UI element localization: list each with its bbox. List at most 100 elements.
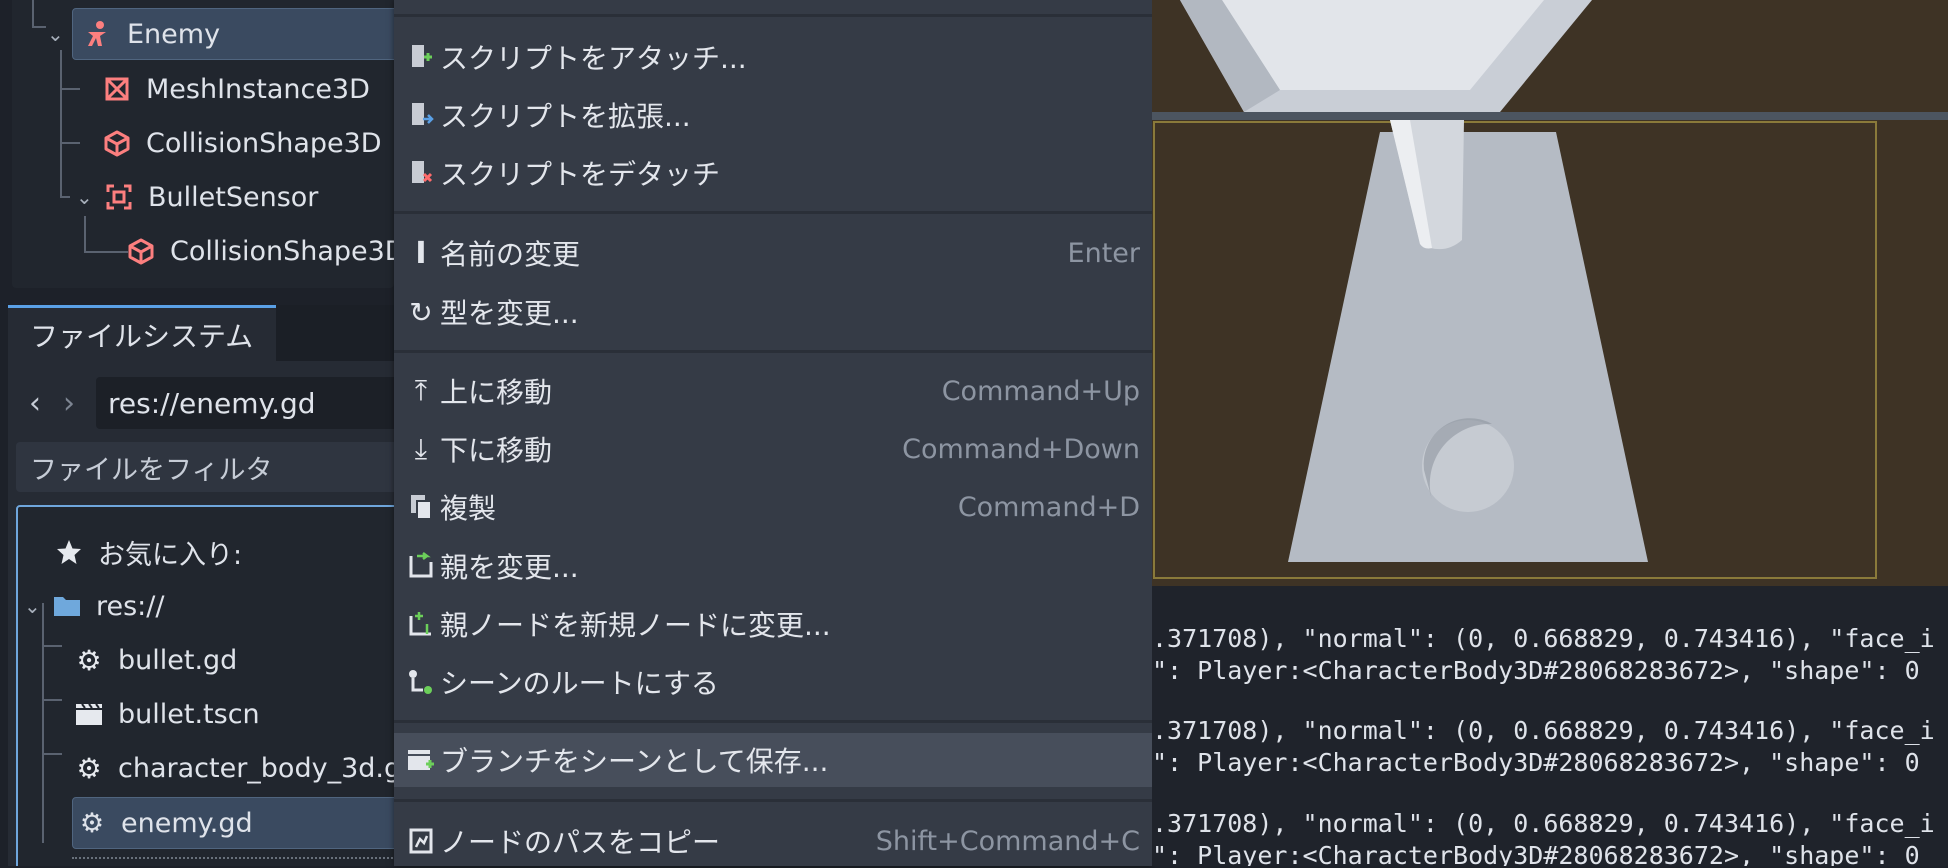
gear-icon: ⚙ — [76, 643, 102, 677]
filesystem-nav: ‹ › — [18, 378, 86, 428]
collision-shape-icon — [124, 234, 158, 268]
tree-guide — [32, 26, 46, 28]
tree-guide — [60, 142, 80, 144]
tree-guide — [32, 0, 34, 26]
tree-node-collisionshape3d[interactable]: CollisionShape3D — [100, 118, 382, 168]
file-item-partial — [72, 857, 394, 866]
file-label: enemy.gd — [121, 807, 253, 839]
folder-res[interactable]: ⌄ res:// — [24, 581, 164, 631]
menu-item-copy-node-path[interactable]: ノードのパスをコピー Shift+Command+C — [394, 814, 1152, 868]
file-item[interactable]: bullet.tscn — [72, 689, 260, 739]
tree-guide — [84, 251, 128, 253]
tree-node-label: CollisionShape3D — [170, 235, 394, 267]
file-label: bullet.tscn — [118, 698, 260, 730]
output-line: .371708), "normal": (0, 0.668829, 0.7434… — [1152, 716, 1935, 745]
gear-icon: ⚙ — [76, 751, 102, 785]
folder-label: res:// — [96, 590, 165, 622]
output-line: .371708), "normal": (0, 0.668829, 0.7434… — [1152, 624, 1935, 653]
menu-separator — [394, 720, 1152, 723]
menu-item-duplicate[interactable]: 複製 Command+D — [394, 480, 1152, 534]
tree-node-meshinstance3d[interactable]: MeshInstance3D — [100, 64, 370, 114]
attach-script-icon — [406, 43, 436, 71]
chevron-down-icon[interactable]: ⌄ — [76, 185, 96, 209]
detach-script-icon — [406, 159, 436, 187]
menu-item-make-scene-root[interactable]: シーンのルートにする — [394, 655, 1152, 709]
area-icon — [102, 180, 136, 214]
output-line: ": Player:<CharacterBody3D#28068283672>,… — [1152, 841, 1920, 866]
output-panel: .371708), "normal": (0, 0.668829, 0.7434… — [1152, 586, 1948, 866]
tree-guide — [42, 699, 62, 701]
menu-item-rename[interactable]: I 名前の変更 Enter — [394, 226, 1152, 280]
tree-node-bulletsensor[interactable]: ⌄ BulletSensor — [76, 172, 318, 222]
output-line: .371708), "normal": (0, 0.668829, 0.7434… — [1152, 809, 1935, 838]
tree-guide — [60, 88, 80, 90]
tab-label: ファイルシステム — [30, 319, 254, 353]
chevron-down-icon[interactable]: ⌄ — [24, 594, 44, 618]
file-item[interactable]: ⚙ bullet.gd — [72, 635, 237, 685]
copy-path-icon — [406, 827, 436, 855]
collision-shape-icon — [100, 126, 134, 160]
menu-separator — [394, 211, 1152, 214]
3d-viewport[interactable] — [1152, 0, 1948, 586]
tree-guide — [60, 196, 70, 198]
menu-item-change-type[interactable]: ↻ 型を変更... — [394, 285, 1152, 339]
tree-node-label: BulletSensor — [148, 181, 319, 213]
back-icon[interactable]: ‹ — [18, 386, 52, 421]
extend-script-icon — [406, 101, 436, 129]
menu-separator — [394, 799, 1152, 802]
tree-guide — [42, 645, 62, 647]
move-down-icon: ⤓ — [414, 432, 428, 465]
star-icon — [52, 535, 86, 569]
filter-files-input[interactable]: ファイルをフィルタ — [16, 442, 394, 492]
file-item[interactable]: ⚙ character_body_3d.gd — [72, 743, 394, 793]
viewport-scene — [1152, 0, 1948, 586]
context-menu: スクリプトをアタッチ... スクリプトを拡張... スクリプトをデタッチ I 名… — [394, 0, 1152, 866]
menu-item-save-branch-as-scene[interactable]: ブランチをシーンとして保存... — [394, 733, 1152, 787]
favorites-label: お気に入り: — [98, 539, 243, 571]
tree-guide — [60, 50, 62, 198]
left-dock: ⌄ Enemy MeshInstance3D CollisionShape3D … — [0, 0, 394, 866]
save-branch-icon — [406, 746, 436, 774]
path-value: res://enemy.gd — [108, 386, 316, 420]
rename-icon: I — [415, 235, 427, 271]
path-field[interactable]: res://enemy.gd — [96, 377, 394, 429]
menu-item-detach-script[interactable]: スクリプトをデタッチ — [394, 146, 1152, 200]
tree-node-collisionshape3d[interactable]: CollisionShape3D — [124, 226, 394, 276]
menu-item-extend-script[interactable]: スクリプトを拡張... — [394, 88, 1152, 142]
tree-node-label: CollisionShape3D — [146, 127, 382, 159]
file-label: character_body_3d.gd — [118, 752, 394, 784]
menu-separator — [394, 14, 1152, 17]
tree-guide — [42, 753, 62, 755]
output-line: ": Player:<CharacterBody3D#28068283672>,… — [1152, 656, 1920, 685]
menu-item-attach-script[interactable]: スクリプトをアタッチ... — [394, 30, 1152, 84]
menu-item-move-down[interactable]: ⤓ 下に移動 Command+Down — [394, 422, 1152, 476]
move-up-icon: ⤒ — [414, 374, 428, 407]
menu-separator — [394, 350, 1152, 353]
mesh-instance-icon — [100, 72, 134, 106]
menu-item-move-up[interactable]: ⤒ 上に移動 Command+Up — [394, 364, 1152, 418]
chevron-down-icon[interactable]: ⌄ — [47, 22, 67, 46]
reparent-icon — [406, 552, 436, 580]
tree-node-label: Enemy — [127, 18, 221, 50]
file-tree: お気に入り: ⌄ res:// ⚙ bullet.gd bullet.tscn … — [16, 505, 394, 866]
duplicate-icon — [406, 493, 436, 521]
output-line: ": Player:<CharacterBody3D#28068283672>,… — [1152, 748, 1920, 777]
scene-tree-panel: ⌄ Enemy MeshInstance3D CollisionShape3D … — [12, 0, 394, 288]
folder-icon — [50, 589, 84, 623]
tree-guide — [42, 603, 44, 843]
tab-filesystem[interactable]: ファイルシステム — [8, 305, 276, 361]
gear-icon: ⚙ — [79, 807, 105, 839]
file-label: bullet.gd — [118, 644, 238, 676]
tree-node-label: MeshInstance3D — [146, 73, 370, 105]
forward-icon[interactable]: › — [52, 386, 86, 421]
reparent-new-node-icon — [406, 610, 436, 638]
character-body-icon — [81, 17, 115, 51]
menu-item-reparent-to-new-node[interactable]: 親ノードを新規ノードに変更... — [394, 597, 1152, 651]
file-item-selected[interactable]: ⚙ enemy.gd — [72, 797, 394, 849]
tree-node-enemy[interactable]: ⌄ Enemy — [47, 8, 394, 60]
menu-item-reparent[interactable]: 親を変更... — [394, 539, 1152, 593]
clapperboard-icon — [72, 697, 106, 731]
make-root-icon — [406, 668, 436, 696]
favorites-item[interactable]: お気に入り: — [52, 527, 242, 577]
filter-placeholder: ファイルをフィルタ — [30, 454, 273, 486]
